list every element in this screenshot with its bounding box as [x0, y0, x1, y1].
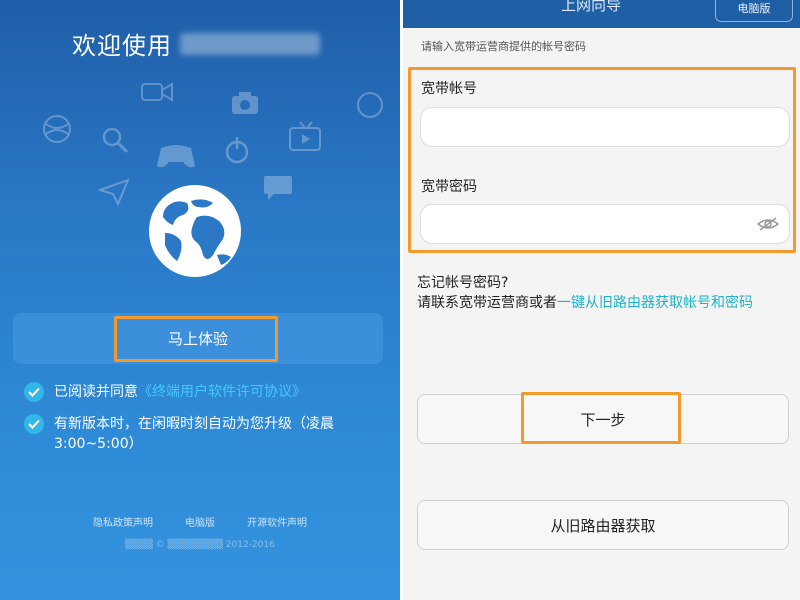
globe-icon [149, 185, 241, 277]
pc-version-link[interactable]: 电脑版 [185, 514, 215, 529]
agree-text: 已阅读并同意《终端用户软件许可协议》 [54, 382, 306, 402]
gamepad-icon [157, 145, 195, 168]
auto-update-row[interactable]: 有新版本时，在闲暇时刻自动为您升级（凌晨3:00~5:00） [24, 414, 384, 454]
password-label: 宽带密码 [421, 179, 477, 195]
opensource-link[interactable]: 开源软件声明 [247, 514, 307, 529]
agree-prefix: 已阅读并同意 [54, 384, 138, 400]
welcome-text: 欢迎使用 [72, 32, 172, 60]
license-link[interactable]: 《终端用户软件许可协议》 [138, 384, 306, 400]
fetch-from-old-router-label: 从旧路由器获取 [550, 516, 656, 535]
privacy-link[interactable]: 隐私政策声明 [93, 514, 153, 529]
hide-password-icon[interactable] [757, 216, 779, 232]
tv-play-icon [289, 121, 321, 151]
page-title: 上网向导 [561, 0, 622, 14]
forgot-text-block: 请联系宽带运营商或者一键从旧路由器获取帐号和密码 [417, 293, 789, 313]
fetch-from-old-router-button[interactable]: 从旧路由器获取 [417, 500, 789, 550]
footer-links: 隐私政策声明 电脑版 开源软件声明 [0, 514, 400, 529]
checkmark-icon [28, 419, 40, 429]
chat-icon [264, 176, 292, 200]
next-step-label: 下一步 [580, 410, 626, 429]
blurred-app-name [180, 32, 320, 55]
checkmark-icon [28, 387, 40, 397]
experience-now-label: 马上体验 [167, 330, 228, 348]
sports-ball-icon [43, 115, 71, 143]
pc-version-button[interactable]: 电脑版 [715, 0, 793, 22]
next-step-button[interactable]: 下一步 [417, 394, 789, 444]
hint-text: 请输入宽带运营商提供的帐号密码 [421, 40, 586, 53]
settings-icon [357, 92, 383, 118]
agree-checkbox[interactable] [24, 382, 44, 402]
auto-update-checkbox[interactable] [24, 414, 44, 434]
welcome-panel: 欢迎使用 马上体验 已阅读并同意《终端用户软件许可协议》 有新版本时，在闲暇时刻… [0, 0, 400, 600]
auto-update-text: 有新版本时，在闲暇时刻自动为您升级（凌晨3:00~5:00） [54, 416, 334, 452]
copyright-text: ▒▒▒▒ © ▒▒▒▒▒▒▒▒ 2012-2016 [125, 540, 275, 550]
experience-now-button[interactable]: 马上体验 [13, 313, 383, 364]
fetch-from-old-router-link[interactable]: 一键从旧路由器获取帐号和密码 [557, 295, 753, 311]
account-label: 宽带帐号 [421, 81, 477, 97]
search-icon [102, 127, 129, 154]
account-input[interactable] [420, 107, 790, 147]
password-input[interactable] [420, 204, 790, 244]
video-camera-icon [141, 82, 173, 102]
setup-wizard-panel: 上网向导 电脑版 请输入宽带运营商提供的帐号密码 宽带帐号 宽带密码 忘记帐号密… [403, 0, 800, 600]
agree-terms-row[interactable]: 已阅读并同意《终端用户软件许可协议》 [24, 382, 384, 402]
camera-icon [232, 92, 258, 114]
title-bar: 上网向导 电脑版 [403, 0, 800, 28]
forgot-credentials: 忘记帐号密码? 请联系宽带运营商或者一键从旧路由器获取帐号和密码 [417, 273, 789, 313]
welcome-title: 欢迎使用 [72, 26, 320, 61]
forgot-title: 忘记帐号密码? [417, 275, 509, 291]
music-icon [225, 137, 249, 164]
forgot-text: 请联系宽带运营商或者 [417, 295, 557, 311]
pc-version-label: 电脑版 [737, 2, 771, 15]
send-icon [98, 178, 130, 206]
